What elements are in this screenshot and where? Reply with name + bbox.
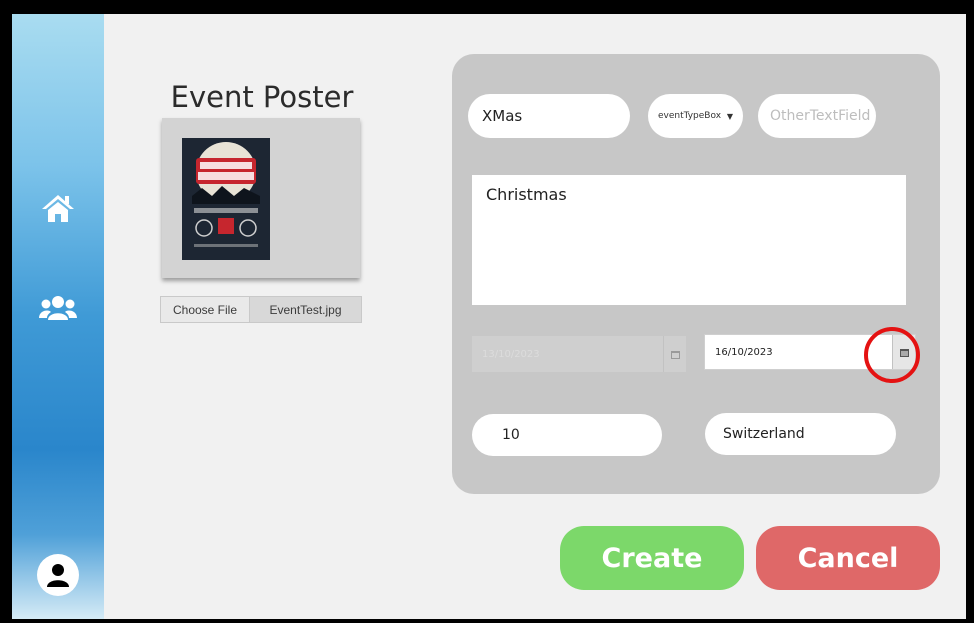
start-date-value: 13/10/2023 bbox=[482, 348, 540, 360]
end-date-picker[interactable]: 16/10/2023 bbox=[704, 334, 916, 370]
poster-preview bbox=[162, 118, 360, 278]
home-icon[interactable] bbox=[38, 190, 78, 226]
file-picker: Choose File EventTest.jpg bbox=[160, 296, 362, 323]
event-title-input[interactable] bbox=[468, 94, 630, 138]
calendar-icon[interactable] bbox=[892, 335, 915, 369]
sidebar bbox=[12, 14, 104, 619]
choose-file-button[interactable]: Choose File bbox=[160, 296, 250, 323]
create-event-window: Event Poster Choose File EventTest.jpg X… bbox=[12, 14, 966, 619]
description-textarea[interactable]: Christmas bbox=[472, 175, 906, 305]
start-date-picker[interactable]: 13/10/2023 bbox=[472, 336, 686, 372]
poster-title: Event Poster bbox=[170, 80, 354, 114]
caret-down-icon: ▼ bbox=[726, 112, 733, 121]
event-form-panel: eventTypeBox ▼ Christmas 13/10/2023 16/1… bbox=[452, 54, 940, 494]
cancel-button[interactable]: Cancel bbox=[756, 526, 940, 590]
create-button[interactable]: Create bbox=[560, 526, 744, 590]
location-input[interactable] bbox=[705, 413, 896, 455]
event-type-dropdown[interactable]: eventTypeBox ▼ bbox=[648, 94, 743, 138]
users-icon[interactable] bbox=[38, 290, 78, 326]
event-type-label: eventTypeBox bbox=[658, 111, 722, 121]
other-text-field[interactable] bbox=[758, 94, 876, 138]
selected-file-name: EventTest.jpg bbox=[250, 296, 362, 323]
end-date-value: 16/10/2023 bbox=[715, 346, 773, 358]
account-icon[interactable] bbox=[37, 554, 79, 596]
calendar-icon[interactable] bbox=[663, 336, 686, 372]
capacity-input[interactable] bbox=[472, 414, 662, 456]
poster-image bbox=[182, 138, 270, 260]
